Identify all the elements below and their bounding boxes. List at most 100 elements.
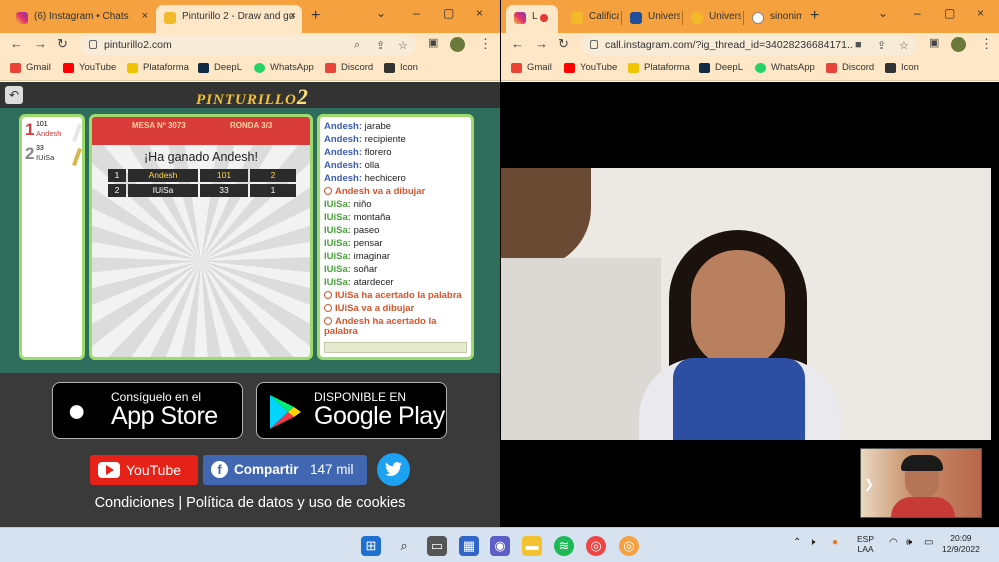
youtube-icon <box>63 63 74 73</box>
game-header: ↶ PINTURILLO2 <box>0 82 500 109</box>
volume-icon[interactable]: 🕪 <box>906 537 912 548</box>
drawing-board[interactable]: MESA Nº 3073 RONDA 3/3 ¡Ha ganado Andesh… <box>89 114 313 360</box>
tab-title: (6) Instagram • Chats <box>34 11 129 22</box>
start-windows-icon[interactable]: ⊞ <box>361 536 381 556</box>
chat-input[interactable] <box>324 342 467 353</box>
forward-arrow-icon[interactable]: → <box>34 36 47 51</box>
bookmark-whatsapp[interactable]: WhatsApp <box>755 62 815 73</box>
result-wins: 1 <box>250 184 296 197</box>
back-icon[interactable]: ↶ <box>5 86 23 104</box>
close-tab-icon[interactable]: × <box>142 10 148 22</box>
chat-text: palabra <box>324 326 358 337</box>
twitter-button[interactable] <box>377 453 410 486</box>
tab-pinturillo[interactable]: Pinturillo 2 - Draw and gu × <box>156 5 302 33</box>
chat-user: IUiSa: <box>324 212 351 223</box>
tab-strip: (6) Instagram • Chats × Pinturillo 2 - D… <box>0 0 500 33</box>
tab-universidad-1[interactable]: Univers <box>622 5 680 33</box>
pinturillo-page: ↶ PINTURILLO2 1 101 Andesh 2 33 IUiSa ME… <box>0 82 500 527</box>
bookmark-star-icon[interactable]: ☆ <box>398 39 408 52</box>
share-icon[interactable]: ⇪ <box>877 39 886 52</box>
share-icon[interactable]: ⇪ <box>376 39 385 52</box>
profile-avatar[interactable] <box>951 37 966 52</box>
instagram-icon <box>514 12 526 24</box>
file-explorer-icon[interactable]: ▬ <box>522 536 542 556</box>
app-store-badge[interactable]: ● Consíguelo en el App Store <box>52 382 243 439</box>
tab-instagram-call[interactable]: L <box>506 5 558 33</box>
bookmark-whatsapp[interactable]: WhatsApp <box>254 62 314 73</box>
youtube-button[interactable]: YouTube <box>90 455 198 485</box>
spotify-icon[interactable]: ≋ <box>554 536 574 556</box>
tab-search-icon[interactable]: ⌄ <box>376 6 386 20</box>
wifi-icon[interactable]: ◠ <box>889 537 898 548</box>
menu-kebab-icon[interactable]: ⋮ <box>479 36 492 52</box>
bookmark-star-icon[interactable]: ☆ <box>899 39 909 52</box>
back-arrow-icon[interactable]: ← <box>10 36 23 51</box>
chat-text: imaginar <box>353 251 391 262</box>
zoom-icon[interactable]: ⌕ <box>354 39 360 52</box>
bookmark-youtube[interactable]: YouTube <box>564 62 617 73</box>
minimize-button[interactable]: – <box>413 6 420 20</box>
chat-text: jarabe <box>364 121 392 132</box>
reload-icon[interactable]: ↻ <box>558 36 569 52</box>
tab-sinonimos[interactable]: sinonim <box>744 5 802 33</box>
minimize-button[interactable]: – <box>914 6 921 20</box>
tab-instagram[interactable]: (6) Instagram • Chats × <box>8 5 154 33</box>
self-view-video[interactable]: ❯ <box>860 448 982 518</box>
chevron-up-icon[interactable]: ⌃ <box>793 537 801 548</box>
tab-universidad-2[interactable]: Univers <box>683 5 741 33</box>
bookmark-discord[interactable]: Discord <box>325 62 373 73</box>
footer-links[interactable]: Condiciones | Política de datos y uso de… <box>0 495 500 511</box>
tab-search-icon[interactable]: ⌄ <box>878 6 888 20</box>
google-play-badge[interactable]: DISPONIBLE EN Google Play <box>256 382 447 439</box>
microphone-icon[interactable]: ● <box>832 537 838 548</box>
speaker-icon[interactable]: 🕨 <box>809 537 815 548</box>
bookmark-icon[interactable]: Icon <box>384 62 418 73</box>
chat-user: IUiSa: <box>324 264 351 275</box>
new-tab-button[interactable]: + <box>810 7 819 25</box>
camera-icon[interactable]: ■ <box>855 39 862 51</box>
back-arrow-icon[interactable]: ← <box>511 36 524 51</box>
site-favicon-icon <box>571 12 583 24</box>
bookmark-icon[interactable]: Icon <box>885 62 919 73</box>
reload-icon[interactable]: ↻ <box>57 36 68 52</box>
chevron-left-icon[interactable]: ❯ <box>864 477 874 491</box>
sidepanel-icon[interactable]: ▣ <box>428 36 438 49</box>
close-tab-icon[interactable]: × <box>290 10 296 22</box>
teams-chat-icon[interactable]: ◉ <box>490 536 510 556</box>
bookmark-youtube[interactable]: YouTube <box>63 62 116 73</box>
video-call-page: ❯ <box>501 82 999 527</box>
search-icon[interactable]: ⌕ <box>394 536 414 556</box>
result-pos: 2 <box>108 184 126 197</box>
facebook-share-button[interactable]: f Compartir 147 mil <box>203 455 367 485</box>
bookmark-deepl[interactable]: DeepL <box>198 62 242 73</box>
url-input[interactable]: pinturillo2.com ⌕ ⇪ ☆ <box>80 35 416 55</box>
language-indicator[interactable]: ESP LAA <box>857 534 874 554</box>
bookmark-plataforma[interactable]: Plataforma <box>628 62 690 73</box>
maximize-button[interactable]: ▢ <box>944 6 955 20</box>
chrome-profile-icon[interactable]: ◎ <box>619 536 639 556</box>
maximize-button[interactable]: ▢ <box>443 6 454 20</box>
chrome-icon[interactable]: ◎ <box>586 536 606 556</box>
info-circle-icon <box>324 317 332 325</box>
bookmark-gmail[interactable]: Gmail <box>10 62 51 73</box>
task-view-icon[interactable]: ▭ <box>427 536 447 556</box>
bookmark-gmail[interactable]: Gmail <box>511 62 552 73</box>
new-tab-button[interactable]: + <box>311 7 320 25</box>
chat-message: Andesh: recipiente <box>324 134 406 145</box>
bookmark-deepl[interactable]: DeepL <box>699 62 743 73</box>
close-window-button[interactable]: × <box>476 6 483 20</box>
widgets-icon[interactable]: ▦ <box>459 536 479 556</box>
bookmark-discord[interactable]: Discord <box>826 62 874 73</box>
profile-avatar[interactable] <box>450 37 465 52</box>
chat-user: IUiSa: <box>324 251 351 262</box>
close-window-button[interactable]: × <box>977 6 984 20</box>
tab-califica[interactable]: Califica <box>563 5 619 33</box>
sidepanel-icon[interactable]: ▣ <box>929 36 939 49</box>
battery-icon[interactable]: ▭ <box>924 537 933 548</box>
bookmark-plataforma[interactable]: Plataforma <box>127 62 189 73</box>
url-input[interactable]: call.instagram.com/?ig_thread_id=3402823… <box>581 35 917 55</box>
menu-kebab-icon[interactable]: ⋮ <box>980 36 993 52</box>
forward-arrow-icon[interactable]: → <box>535 36 548 51</box>
share-count: 147 mil <box>310 462 354 477</box>
clock[interactable]: 20:09 12/9/2022 <box>942 533 980 555</box>
